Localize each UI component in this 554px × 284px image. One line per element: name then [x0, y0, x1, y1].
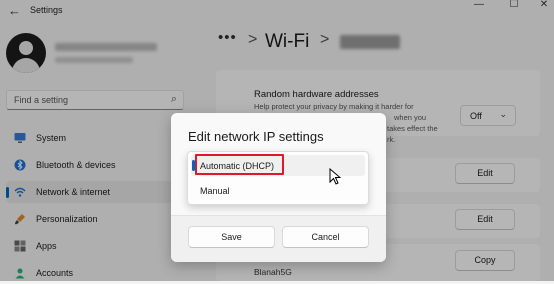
option-label: Manual [200, 186, 230, 196]
mouse-pointer-icon [329, 168, 341, 185]
highlight-box [195, 154, 284, 175]
save-button[interactable]: Save [188, 226, 275, 248]
dialog-footer: Save Cancel [171, 215, 386, 262]
cancel-button[interactable]: Cancel [282, 226, 369, 248]
dialog-title: Edit network IP settings [188, 129, 324, 144]
